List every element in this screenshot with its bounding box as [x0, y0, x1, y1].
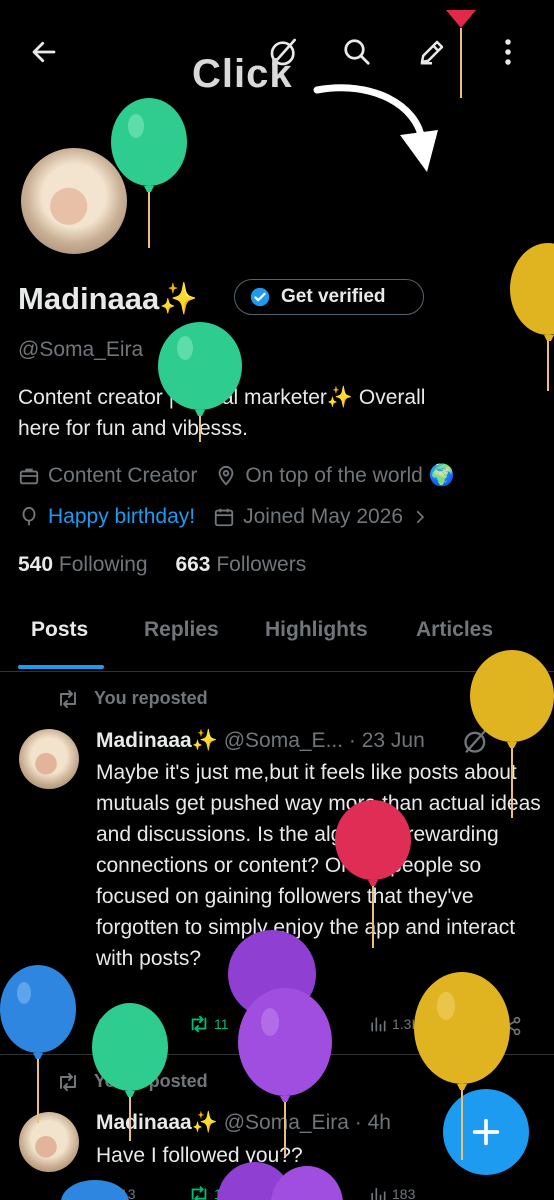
repost-icon: [191, 1186, 207, 1200]
follow-stats: 540 Following 663 Followers: [18, 553, 306, 577]
balloon-overlay-icon: [158, 322, 242, 442]
views-chart-icon: [371, 1017, 386, 1032]
balloon-overlay-icon: [414, 972, 510, 1160]
bio-line-2: here for fun and vibesss.: [18, 417, 248, 440]
birthday-link[interactable]: Happy birthday!: [48, 505, 195, 529]
tab-posts[interactable]: Posts: [31, 618, 88, 642]
repost-icon: [60, 689, 76, 708]
balloon-overlay-icon: [335, 800, 411, 948]
tab-highlights[interactable]: Highlights: [265, 618, 368, 642]
balloon-overlay-icon: [510, 243, 554, 391]
balloon-overlay-icon: [92, 1003, 168, 1141]
post-author[interactable]: Madinaaa✨: [96, 729, 218, 752]
views-button[interactable]: 183: [368, 1184, 415, 1200]
profile-category: Content Creator: [48, 464, 198, 487]
get-verified-label: Get verified: [281, 286, 386, 307]
balloon-icon: [22, 506, 36, 526]
location-pin-icon: [219, 465, 234, 486]
calendar-icon: [214, 508, 234, 527]
profile-meta-row-1: Content Creator On top of the world 🌍: [18, 464, 455, 488]
profile-handle: @Soma_Eira: [18, 338, 144, 361]
tab-articles[interactable]: Articles: [416, 618, 493, 642]
more-button[interactable]: [486, 30, 530, 74]
views-chart-icon: [371, 1188, 386, 1200]
following-label: Following: [58, 553, 148, 576]
balloon-overlay-icon: [111, 98, 187, 248]
verified-badge-icon: [250, 287, 270, 307]
following-count: 540: [18, 553, 54, 576]
profile-meta-row-2: Happy birthday! Joined May 2026: [18, 505, 429, 529]
tab-replies[interactable]: Replies: [144, 618, 219, 642]
profile-bio: Content creator | Digital marketer✨ Over…: [18, 382, 538, 444]
balloon-overlay-icon: [217, 1162, 343, 1200]
repost-button[interactable]: 11: [188, 1014, 229, 1034]
back-arrow-icon: [32, 41, 56, 63]
repost-indicator: You reposted: [56, 688, 208, 709]
repost-label: You reposted: [94, 688, 208, 708]
post-meta: @Soma_E... · 23 Jun: [223, 729, 425, 752]
repost-icon: [191, 1015, 207, 1033]
post-header: Madinaaa✨ @Soma_E... · 23 Jun: [96, 729, 425, 753]
balloon-overlay-icon: [61, 1180, 129, 1200]
followers-link[interactable]: 663 Followers: [175, 553, 306, 576]
briefcase-icon: [19, 468, 39, 485]
following-link[interactable]: 540 Following: [18, 553, 148, 576]
post-avatar[interactable]: [19, 729, 79, 789]
followers-count: 663: [175, 553, 211, 576]
search-button[interactable]: [335, 30, 379, 74]
click-overlay-label: Click: [192, 52, 293, 96]
more-vertical-icon: [505, 39, 511, 65]
balloon-overlay-icon: [238, 988, 332, 1156]
bio-line-1: Content creator | Digital marketer✨ Over…: [18, 386, 426, 409]
followers-label: Followers: [216, 553, 307, 576]
get-verified-button[interactable]: Get verified: [234, 279, 424, 315]
profile-joined: Joined May 2026: [243, 505, 404, 528]
views-count: 183: [392, 1186, 416, 1200]
balloon-overlay-icon: [0, 965, 76, 1123]
balloon-overlay-icon: [446, 10, 476, 98]
back-button[interactable]: [22, 30, 66, 74]
balloon-overlay-icon: [470, 650, 554, 818]
curved-arrow-icon: [313, 84, 438, 172]
edit-icon: [420, 40, 444, 65]
profile-location: On top of the world 🌍: [245, 464, 455, 487]
chevron-right-icon[interactable]: [411, 508, 429, 526]
profile-name: Madinaaa✨: [18, 281, 198, 316]
search-icon: [344, 39, 370, 65]
active-tab-indicator: [18, 665, 104, 669]
